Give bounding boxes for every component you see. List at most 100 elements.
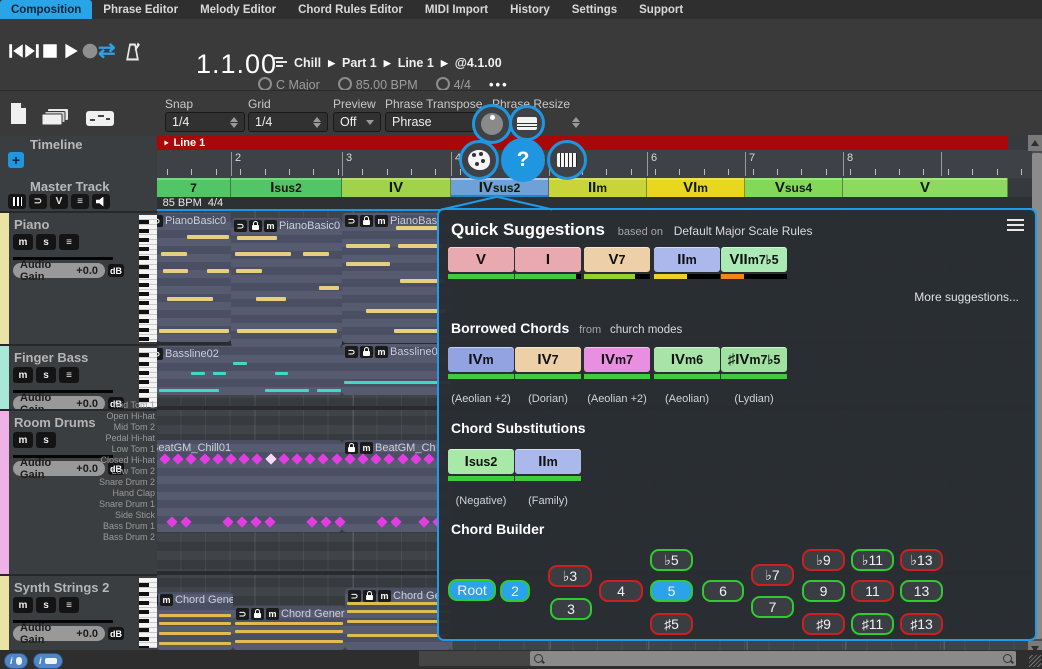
more-suggestions-link[interactable]: More suggestions... <box>914 290 1019 304</box>
lock-icon[interactable] <box>363 590 376 602</box>
chord-segment[interactable]: IV sus2 <box>451 178 549 197</box>
builder-degree-button[interactable]: ♯13 <box>900 613 943 635</box>
loop-icon[interactable]: ⊃ <box>345 346 358 358</box>
resize-spinner-icon[interactable] <box>572 116 580 128</box>
zoom-handle-left-icon[interactable] <box>534 654 543 663</box>
loop-icon[interactable]: ⊃ <box>348 590 361 602</box>
loop-icon[interactable]: ⊃ <box>345 215 358 227</box>
horizontal-scrollbar-thumb[interactable] <box>530 651 1016 666</box>
loop-icon[interactable]: ⊃ <box>157 348 163 360</box>
track-menu-button[interactable]: ≡ <box>59 367 79 383</box>
keyboard-tool-button[interactable] <box>509 105 545 141</box>
palette-tool-button[interactable] <box>459 140 499 180</box>
instrument-tool-button[interactable] <box>547 140 587 180</box>
chord-chip-button[interactable]: IV m7 <box>584 347 650 372</box>
menu-tab[interactable]: Chord Rules Editor <box>287 0 414 19</box>
lock-icon[interactable] <box>249 220 262 232</box>
snap-select[interactable]: 1/4 <box>165 112 245 132</box>
clip[interactable]: ⊃ m PianoBas <box>342 213 451 343</box>
lock-icon[interactable] <box>360 215 373 227</box>
clip[interactable]: ⊃Bassline02 <box>157 346 342 395</box>
menu-tab[interactable]: History <box>499 0 561 19</box>
master-audio-button[interactable] <box>92 194 110 209</box>
zoom-handle-right-icon[interactable] <box>1003 654 1012 663</box>
builder-degree-button[interactable]: 2 <box>500 580 530 602</box>
menu-tab[interactable]: Phrase Editor <box>92 0 189 19</box>
builder-degree-button[interactable]: 5 <box>650 580 693 602</box>
mute-button[interactable]: m <box>13 234 33 250</box>
builder-degree-button[interactable]: 6 <box>702 580 744 602</box>
builder-degree-button[interactable]: ♭13 <box>900 549 943 571</box>
clip[interactable]: ⊃PianoBasic0 <box>157 213 231 342</box>
resize-grip[interactable] <box>1029 655 1041 667</box>
loop-icon[interactable]: ⊃ <box>236 608 249 620</box>
preview-select[interactable]: Off <box>333 112 381 132</box>
track-menu-button[interactable]: ≡ <box>59 234 79 250</box>
builder-degree-button[interactable]: 3 <box>550 598 592 620</box>
menu-tab[interactable]: MIDI Import <box>414 0 499 19</box>
loop-icon[interactable]: ⊃ <box>157 215 163 227</box>
chord-chip-button[interactable]: V <box>448 247 514 272</box>
chord-chip-button[interactable]: ♯IV m7♭5 <box>721 347 787 372</box>
builder-degree-button[interactable]: 4 <box>599 580 643 602</box>
new-phrase-icon[interactable] <box>10 103 27 124</box>
phrase-stack-icon[interactable] <box>42 109 70 125</box>
breadcrumb-position[interactable]: @4.1.00 <box>455 56 502 70</box>
chord-segment[interactable]: Isus2 <box>231 178 342 197</box>
snap-spinner-icon[interactable] <box>230 116 238 128</box>
chord-chip-button[interactable]: VII m7♭5 <box>721 247 787 272</box>
lock-icon[interactable] <box>360 346 373 358</box>
solo-button[interactable]: s <box>36 234 56 250</box>
solo-button[interactable]: s <box>36 367 56 383</box>
loop-icon[interactable]: ⊃ <box>234 220 247 232</box>
panel-menu-icon[interactable] <box>1007 219 1024 231</box>
mute-icon[interactable]: m <box>378 590 391 602</box>
breadcrumb-line[interactable]: Line 1 <box>398 56 434 70</box>
mute-icon[interactable]: m <box>264 220 277 232</box>
rules-source[interactable]: Default Major Scale Rules <box>674 224 813 238</box>
knob-tool-button[interactable] <box>472 104 512 144</box>
scroll-up-button[interactable] <box>1028 135 1042 151</box>
master-loop-button[interactable]: ⊃ <box>29 194 47 209</box>
clip[interactable]: ⊃ mChord Gener <box>233 606 345 650</box>
chord-chip-button[interactable]: IV 7 <box>515 347 581 372</box>
builder-degree-button[interactable]: ♭7 <box>751 564 794 586</box>
builder-degree-button[interactable]: ♭5 <box>650 549 693 571</box>
builder-degree-button[interactable]: 13 <box>900 580 943 602</box>
chord-chip-button[interactable]: Isus2 <box>448 449 514 474</box>
menu-tab[interactable]: Support <box>628 0 694 19</box>
chord-segment[interactable]: II m <box>549 178 647 197</box>
loop-icon[interactable]: ⇄ <box>98 38 116 63</box>
breadcrumb-part[interactable]: Part 1 <box>342 56 377 70</box>
chord-segment[interactable]: Vsus4 <box>745 178 843 197</box>
builder-degree-button[interactable]: Root <box>448 579 496 601</box>
lock-icon[interactable] <box>251 608 264 620</box>
builder-degree-button[interactable]: 11 <box>851 580 894 602</box>
master-velocity-button[interactable]: V <box>50 194 68 209</box>
master-instrument-button[interactable] <box>8 194 26 209</box>
builder-degree-button[interactable]: ♯11 <box>851 613 894 635</box>
skip-end-icon[interactable] <box>23 42 41 60</box>
play-icon[interactable] <box>62 42 80 60</box>
menu-tab[interactable]: Composition <box>0 0 93 19</box>
clip[interactable]: ⊃ m PianoBasic0 <box>231 218 342 347</box>
solo-button[interactable]: s <box>36 597 56 613</box>
mouse-info-button[interactable]: i <box>4 653 28 669</box>
chord-segment[interactable]: IV <box>342 178 451 197</box>
chord-chip-button[interactable]: IV m6 <box>654 347 720 372</box>
chord-chip-button[interactable]: I <box>515 247 581 272</box>
builder-degree-button[interactable]: 7 <box>751 596 794 618</box>
phrase-resize-spinner[interactable] <box>560 112 586 132</box>
track-menu-button[interactable]: ≡ <box>59 597 79 613</box>
mute-icon[interactable]: m <box>160 594 173 606</box>
borrowed-source[interactable]: church modes <box>610 324 682 336</box>
record-icon[interactable] <box>81 42 99 60</box>
builder-degree-button[interactable]: ♯5 <box>650 613 693 635</box>
chord-chip-button[interactable]: V7 <box>584 247 650 272</box>
piano-keys-strip[interactable] <box>139 215 157 342</box>
grid-select[interactable]: 1/4 <box>248 112 328 132</box>
metronome-icon[interactable] <box>124 42 141 62</box>
mute-button[interactable]: m <box>13 367 33 383</box>
mute-icon[interactable]: m <box>266 608 279 620</box>
lock-icon[interactable] <box>345 442 358 454</box>
